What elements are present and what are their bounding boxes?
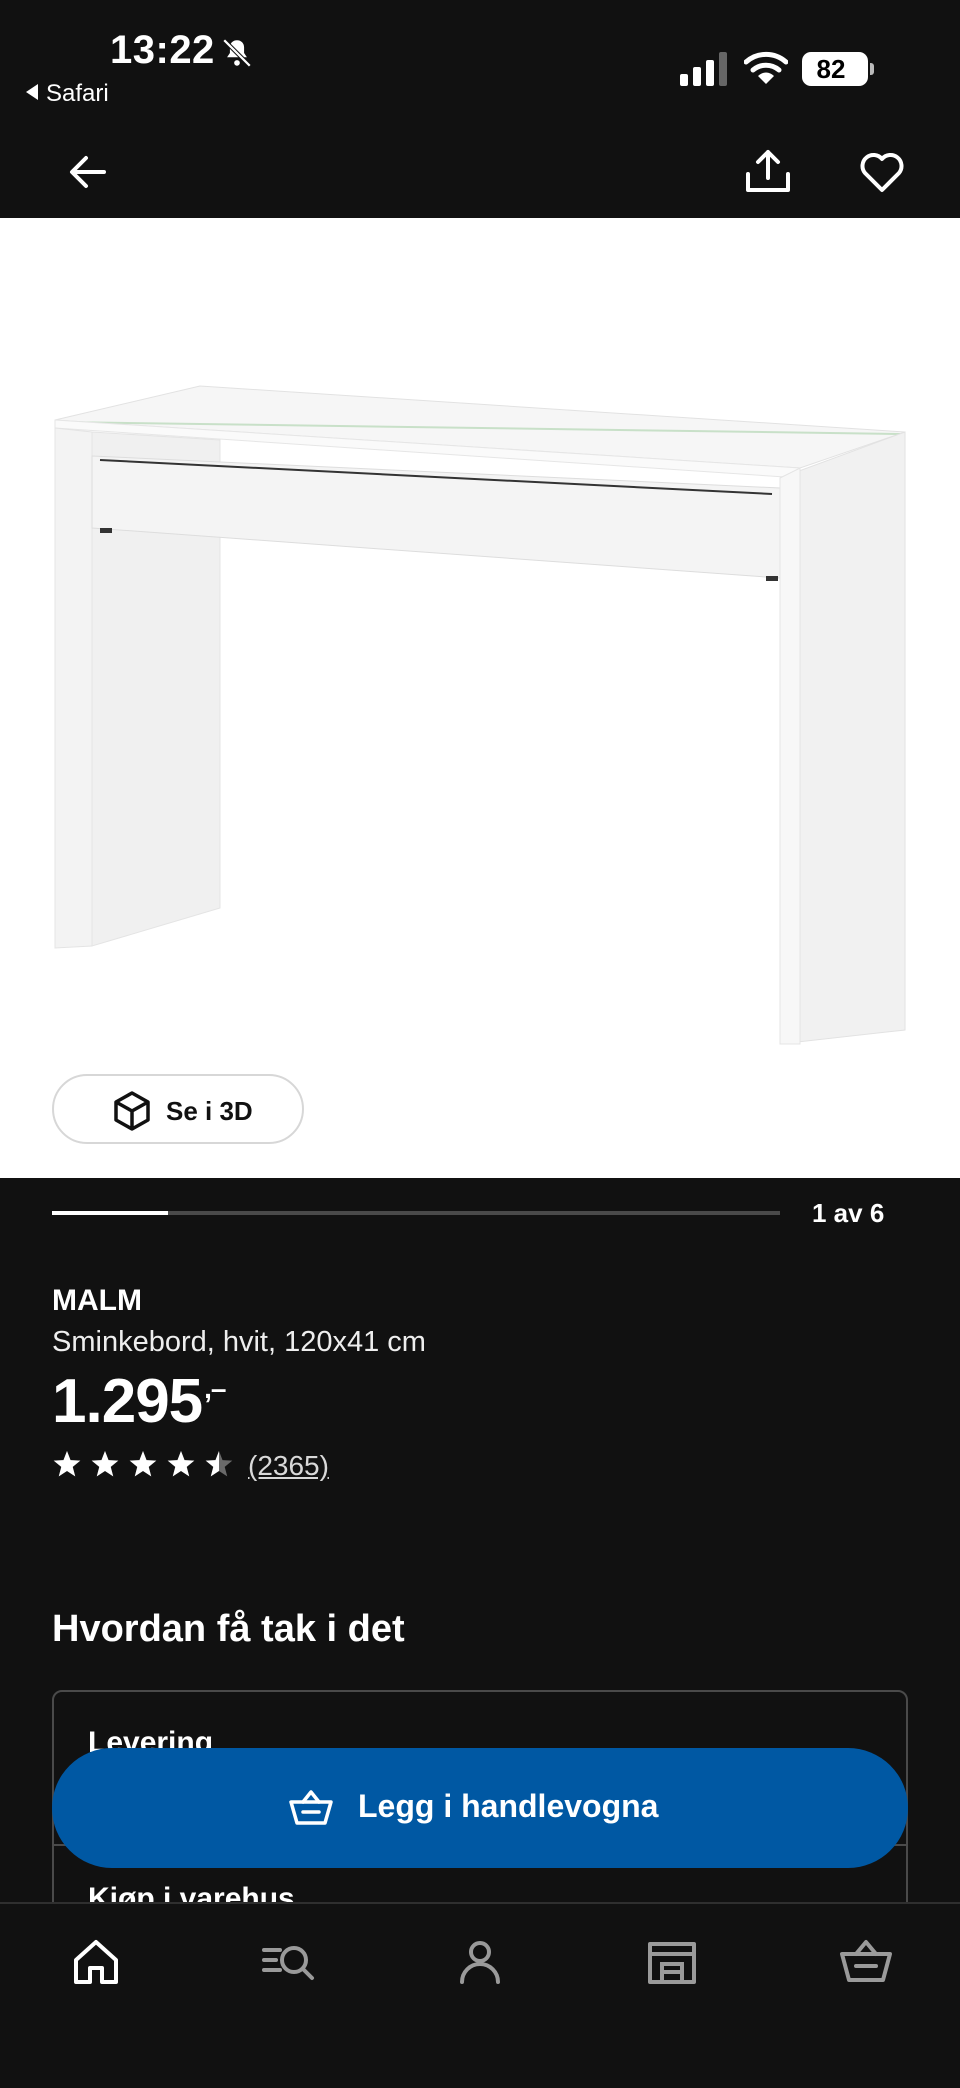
top-navigation — [0, 120, 960, 218]
back-arrow-icon[interactable] — [60, 144, 116, 200]
status-bar: 13:22 Safari 82 — [0, 0, 960, 120]
add-to-cart-button[interactable]: Legg i handlevogna — [52, 1748, 908, 1868]
basket-icon — [289, 1790, 333, 1825]
gallery-progress-fill — [52, 1211, 169, 1215]
gallery-counter: 1 av 6 — [812, 1198, 885, 1228]
product-name: MALM — [52, 1284, 142, 1317]
wifi-icon — [744, 51, 788, 84]
product-price: 1.295,– — [52, 1366, 227, 1437]
star-4 — [167, 1451, 195, 1477]
dressing-table-image — [54, 385, 906, 1045]
battery-indicator: 82 — [802, 52, 874, 86]
availability-title: Hvordan få tak i det — [52, 1608, 405, 1650]
review-count[interactable]: (2365) — [248, 1450, 329, 1482]
view-3d-label: Se i 3D — [166, 1096, 253, 1126]
price-suffix: ,– — [204, 1373, 226, 1404]
profile-icon[interactable] — [452, 1934, 508, 1990]
product-description: Sminkebord, hvit, 120x41 cm — [52, 1326, 426, 1358]
star-5 — [205, 1451, 233, 1477]
back-to-safari[interactable]: Safari — [26, 80, 109, 108]
star-2 — [91, 1451, 119, 1477]
product-image-gallery[interactable]: Se i 3D — [0, 218, 960, 1178]
back-triangle-icon — [26, 84, 38, 100]
bottom-tab-bar — [0, 1902, 960, 2088]
cellular-signal-icon — [680, 52, 727, 86]
view-3d-button[interactable]: Se i 3D — [52, 1074, 304, 1144]
bell-muted-icon — [222, 38, 252, 68]
rating-stars — [53, 1451, 233, 1477]
search-icon[interactable] — [260, 1934, 316, 1990]
store-icon[interactable] — [644, 1934, 700, 1990]
battery-nub — [870, 63, 874, 75]
share-icon[interactable] — [740, 144, 796, 200]
price-value: 1.295 — [52, 1367, 203, 1436]
home-icon[interactable] — [68, 1934, 124, 1990]
cart-icon[interactable] — [838, 1934, 894, 1990]
star-3 — [129, 1451, 157, 1477]
back-app-label: Safari — [46, 80, 109, 107]
cube-3d-icon — [114, 1091, 150, 1131]
battery-level: 82 — [816, 54, 846, 84]
gallery-progress — [52, 1211, 780, 1215]
add-to-cart-label: Legg i handlevogna — [358, 1788, 659, 1824]
heart-icon[interactable] — [854, 144, 910, 200]
star-1 — [53, 1451, 81, 1477]
clock: 13:22 — [110, 28, 215, 72]
